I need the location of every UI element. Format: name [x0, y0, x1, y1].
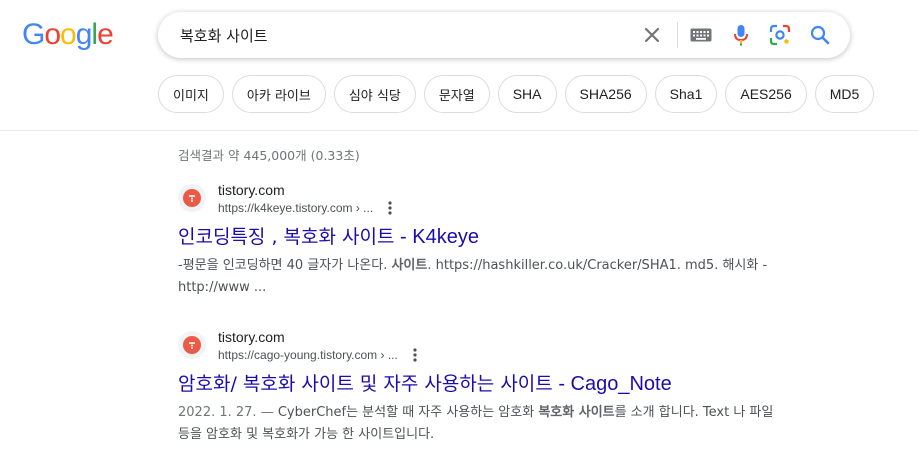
chip-sha256[interactable]: SHA256	[564, 75, 647, 113]
search-result: tistory.com https://k4keye.tistory.com ›…	[178, 180, 778, 299]
result-title-site: - Cago_Note	[552, 373, 672, 395]
logo-letter-o1: o	[44, 18, 61, 51]
site-url: https://cago-young.tistory.com › ...	[218, 348, 398, 362]
chip-sha[interactable]: SHA	[497, 75, 557, 113]
logo-letter-g2: g	[75, 18, 93, 51]
result-title-main: 암호화/ 복호화 사이트 및 자주 사용하는 사이트	[178, 373, 553, 395]
logo-letter-g: G	[22, 18, 45, 51]
result-title-link[interactable]: 인코딩특징 , 복호화 사이트 - K4keye	[178, 222, 778, 249]
more-vert-icon[interactable]	[408, 347, 422, 363]
more-vert-icon[interactable]	[383, 200, 397, 216]
chip-md5[interactable]: MD5	[814, 75, 875, 113]
result-source[interactable]: tistory.com https://k4keye.tistory.com ›…	[178, 180, 778, 216]
tistory-favicon	[178, 331, 206, 359]
searchbox-divider	[677, 22, 678, 48]
site-name: tistory.com	[218, 182, 285, 198]
result-title-main: 인코딩특징 , 복호화 사이트	[178, 226, 395, 248]
logo-letter-o2: o	[60, 18, 77, 51]
header-divider	[0, 130, 918, 131]
chip-aca-live[interactable]: 아카 라이브	[231, 75, 326, 113]
site-name: tistory.com	[218, 329, 285, 345]
search-result: tistory.com https://cago-young.tistory.c…	[178, 327, 778, 446]
result-snippet: 2022. 1. 27. — CyberChef는 분석할 때 자주 사용하는 …	[178, 402, 778, 446]
snippet-date: 2022. 1. 27. —	[178, 405, 278, 420]
result-title-site: - K4keye	[394, 226, 479, 248]
clear-icon[interactable]	[640, 23, 664, 47]
snippet-text: -평문을 인코딩하면 40 글자가 나온다.	[178, 258, 392, 273]
chip-aes256[interactable]: AES256	[725, 75, 807, 113]
snippet-highlight: 사이트	[391, 258, 428, 273]
result-stats: 검색결과 약 445,000개 (0.33초)	[178, 148, 360, 163]
mic-icon[interactable]	[729, 23, 753, 47]
tistory-favicon	[178, 184, 206, 212]
search-box	[158, 12, 850, 58]
keyboard-icon[interactable]	[689, 23, 713, 47]
result-title-link[interactable]: 암호화/ 복호화 사이트 및 자주 사용하는 사이트 - Cago_Note	[178, 369, 778, 396]
search-input[interactable]	[180, 12, 620, 58]
site-url: https://k4keye.tistory.com › ...	[218, 201, 374, 215]
chip-images[interactable]: 이미지	[158, 75, 224, 113]
logo-letter-e: e	[97, 18, 114, 51]
snippet-text: CyberChef는 분석할 때 자주 사용하는 암호화	[277, 405, 539, 420]
filter-chips: 이미지 아카 라이브 심야 식당 문자열 SHA SHA256 Sha1 AES…	[158, 75, 875, 113]
result-source[interactable]: tistory.com https://cago-young.tistory.c…	[178, 327, 778, 363]
google-logo[interactable]: Google	[22, 18, 114, 52]
chip-sha1[interactable]: Sha1	[654, 75, 718, 113]
chip-late-night-diner[interactable]: 심야 식당	[333, 75, 416, 113]
snippet-highlight: 복호화 사이트	[538, 405, 615, 420]
chip-string[interactable]: 문자열	[423, 75, 490, 113]
lens-icon[interactable]	[768, 23, 792, 47]
search-icon[interactable]	[808, 23, 832, 47]
result-snippet: -평문을 인코딩하면 40 글자가 나온다. 사이트. https://hash…	[178, 255, 778, 299]
